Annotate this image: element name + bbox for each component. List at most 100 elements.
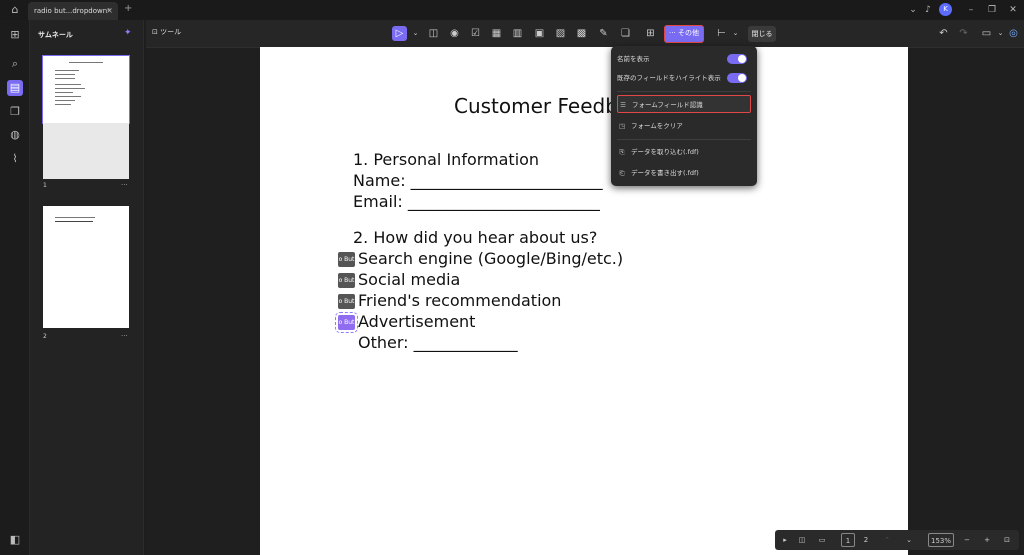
dropdown-field-icon[interactable]: ▦ [489, 26, 504, 41]
thumbnail-more-button[interactable]: ··· [121, 332, 128, 340]
tab-close-icon[interactable]: × [106, 2, 113, 20]
show-names-toggle[interactable] [727, 54, 747, 64]
menu-item-show-names[interactable]: 名前を表示 [617, 50, 751, 68]
other-field-label: Other: _____________ [358, 333, 518, 352]
comment-icon[interactable]: ◍ [7, 127, 23, 143]
avatar[interactable]: K [939, 3, 952, 16]
title-bar: ⌂ radio but...dropdown* × + ⌄ ♪ K – ❐ ✕ [0, 0, 1024, 20]
sidebar-title: サムネール [38, 31, 73, 39]
menu-item-export-data[interactable]: ⎗ データを書き出す(.fdf) [617, 164, 751, 182]
pin-icon[interactable]: ✦ [124, 28, 132, 38]
close-window-icon[interactable]: ✕ [1006, 3, 1020, 17]
menu-item-label: 名前を表示 [617, 55, 650, 63]
main-area: ⊡ ツール ▷ ⌄ ◫ ◉ ☑ ▦ ▥ ▣ ▨ ▩ ✎ ❏ ⊞ ··· その他 … [146, 20, 1024, 555]
email-field-label: Email: ________________________ [353, 192, 600, 211]
form-recognition-icon: ☰ [620, 101, 626, 109]
section-1-heading: 1. Personal Information [353, 150, 540, 169]
checkbox-icon[interactable]: ☑ [468, 26, 483, 41]
menu-item-import-data[interactable]: ⎘ データを取り込む(.fdf) [617, 143, 751, 161]
import-icon: ⎘ [619, 148, 625, 156]
document-page: Customer Feedb 1. Personal Information N… [260, 47, 908, 555]
form-toolbar: ⊡ ツール ▷ ⌄ ◫ ◉ ☑ ▦ ▥ ▣ ▨ ▩ ✎ ❏ ⊞ ··· その他 … [146, 20, 1024, 48]
tab-label: radio but...dropdown* [34, 7, 111, 15]
close-button[interactable]: 閉じる [748, 26, 776, 42]
attachment-icon[interactable]: ⌇ [7, 151, 23, 167]
zoom-level[interactable]: 153% [928, 533, 954, 547]
selected-radio-button-field[interactable]: o But [335, 312, 358, 333]
signature-field-icon[interactable]: ✎ [596, 26, 611, 41]
grid-icon[interactable]: ⊞ [7, 27, 23, 43]
toolbox-icon: ⊡ [152, 28, 161, 36]
present-icon[interactable]: ▭ [815, 533, 829, 547]
list-box-icon[interactable]: ▥ [510, 26, 525, 41]
chevron-down-icon[interactable]: ⌄ [903, 533, 915, 547]
date-field-icon[interactable]: ▩ [574, 26, 589, 41]
page-thumbnail-1-lower [43, 123, 129, 179]
more-button[interactable]: ··· その他 [664, 25, 704, 43]
align-icon[interactable]: ⊢ [714, 26, 729, 41]
radio-button-icon[interactable]: ◉ [447, 26, 462, 41]
menu-divider [617, 91, 751, 92]
button-field-icon[interactable]: ▣ [532, 26, 547, 41]
play-icon[interactable]: ▸ [779, 533, 791, 547]
export-icon: ⎗ [619, 169, 625, 177]
name-field-label: Name: ________________________ [353, 171, 603, 190]
thumbnail-icon[interactable]: ▤ [7, 80, 23, 96]
search-icon[interactable]: ⌕ [7, 56, 23, 72]
restore-icon[interactable]: ❐ [985, 3, 999, 17]
total-pages: 2 [863, 536, 869, 544]
menu-item-form-field-recognition[interactable]: ☰ フォームフィールド認識 [617, 95, 751, 113]
undo-icon[interactable]: ↶ [936, 26, 951, 41]
chevron-down-icon[interactable]: ⌄ [408, 26, 423, 41]
select-tool-icon[interactable]: ▷ [392, 26, 407, 41]
zoom-out-button[interactable]: − [961, 533, 973, 547]
radio-button-field[interactable]: o But [338, 294, 355, 309]
page-thumbnail-1[interactable] [42, 55, 130, 124]
grid-icon[interactable]: ⊞ [643, 26, 658, 41]
menu-item-label: フォームをクリア [631, 122, 683, 130]
image-field-icon[interactable]: ▨ [553, 26, 568, 41]
menu-item-label: 既存のフィールドをハイライト表示 [617, 74, 721, 82]
text-field-icon[interactable]: ◫ [426, 26, 441, 41]
sidebar-toggle-icon[interactable]: ◧ [7, 532, 23, 548]
zoom-in-button[interactable]: + [981, 533, 993, 547]
highlight-fields-toggle[interactable] [727, 73, 747, 83]
minimize-icon[interactable]: – [964, 3, 978, 17]
radio-button-field[interactable]: o But [338, 273, 355, 288]
bell-icon[interactable]: ♪ [921, 3, 935, 17]
option-label: Social media [358, 270, 461, 289]
assistant-icon[interactable]: ◎ [1006, 26, 1021, 41]
redo-icon[interactable]: ↷ [956, 26, 971, 41]
add-tab-button[interactable]: + [124, 3, 132, 14]
tools-label: ツール [160, 28, 182, 36]
clear-form-icon: ◳ [618, 122, 626, 130]
thumbnail-more-button[interactable]: ··· [121, 181, 128, 189]
thumbnail-page-number: 2 [43, 333, 47, 340]
thumbnail-sidebar: サムネール ✦ 1 ··· 2 ··· [30, 20, 144, 555]
chevron-up-icon[interactable]: ⌃ [881, 533, 893, 547]
current-page-box[interactable]: 1 [841, 533, 855, 547]
tools-button[interactable]: ⊡ ツール [152, 27, 181, 37]
more-dropdown-menu: 名前を表示 既存のフィールドをハイライト表示 ☰ フォームフィールド認識 ◳ フォー… [611, 46, 757, 186]
home-icon[interactable]: ⌂ [8, 3, 22, 17]
option-label: Search engine (Google/Bing/etc.) [358, 249, 624, 268]
chevron-down-icon[interactable]: ⌄ [728, 26, 743, 41]
bookmark-icon[interactable]: ❐ [7, 104, 23, 120]
chevron-down-icon[interactable]: ⌄ [906, 3, 920, 17]
page-navigation-bar: ▸ ◫ ▭ 1 2 ⌃ ⌄ 153% − + ⊡ [775, 530, 1019, 550]
save-icon[interactable]: ▭ [979, 26, 994, 41]
menu-item-clear-form[interactable]: ◳ フォームをクリア [617, 117, 751, 135]
document-tab[interactable]: radio but...dropdown* × [28, 2, 118, 20]
thumbnail-page-number: 1 [43, 182, 47, 189]
radio-button-field[interactable]: o But [338, 252, 355, 267]
option-label: Friend's recommendation [358, 291, 562, 310]
menu-item-label: フォームフィールド認識 [632, 101, 703, 109]
menu-item-label: データを取り込む(.fdf) [631, 148, 699, 156]
copy-icon[interactable]: ❏ [618, 26, 633, 41]
document-title: Customer Feedb [454, 94, 618, 118]
page-thumbnail-2[interactable] [43, 206, 129, 328]
section-2-heading: 2. How did you hear about us? [353, 228, 598, 247]
menu-item-highlight-fields[interactable]: 既存のフィールドをハイライト表示 [617, 69, 751, 87]
fit-page-icon[interactable]: ⊡ [1001, 533, 1013, 547]
layout-icon[interactable]: ◫ [795, 533, 809, 547]
